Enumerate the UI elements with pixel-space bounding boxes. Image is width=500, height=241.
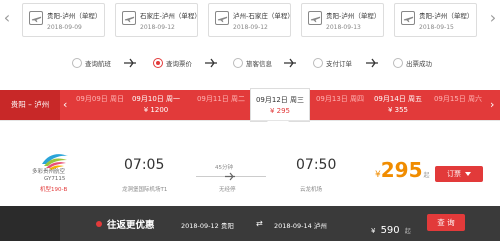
date-tab-day: 09月11日 周二 (196, 95, 246, 103)
date-tab-selected[interactable]: 09月12日 周三 ¥ 295 (250, 88, 310, 122)
history-date: 2018-09-12 (140, 24, 175, 31)
history-card[interactable]: 泸州-石家庄（单程） 2018-09-12 (208, 3, 294, 37)
step-dot (393, 58, 403, 68)
step-label: 查询票价 (166, 60, 192, 68)
step-label: 支付订单 (326, 60, 352, 68)
price-suffix: 起 (423, 172, 430, 179)
date-tab-day: 09月10日 周一 (131, 95, 181, 103)
date-tab[interactable]: 09月09日 周日 (72, 90, 128, 120)
history-route: 贵阳-泸州（单程） (419, 12, 474, 20)
outbound-info: 2018-09-12 贵阳 (181, 222, 234, 230)
step-label: 查询航班 (85, 60, 111, 68)
date-tab[interactable]: 09月11日 周二 (193, 90, 249, 120)
history-route: 贵阳-泸州（单程） (326, 12, 381, 20)
flight-duration: 45分钟 (215, 165, 233, 171)
price-amount: 295 (380, 158, 423, 182)
plane-icon (401, 11, 415, 25)
prev-arrow-icon[interactable]: ‹ (2, 8, 12, 28)
search-button[interactable]: 查 询 (427, 214, 465, 231)
date-tab[interactable]: 09月10日 周一 ¥ 1200 (128, 90, 184, 120)
date-tab-day: 09月09日 周日 (75, 95, 125, 103)
arrival-airport: 云龙机场 (300, 187, 323, 193)
return-info: 2018-09-14 泸州 (274, 222, 327, 230)
swap-arrows-icon: ⇄ (256, 219, 263, 228)
date-tab[interactable]: 09月13日 周四 (312, 90, 368, 120)
prev-day-icon[interactable]: ‹ (63, 98, 67, 111)
step-dot (72, 58, 82, 68)
date-tab-day: 09月14日 周五 (373, 95, 423, 103)
history-date: 2018-09-15 (419, 24, 454, 31)
book-button-label: 订票 (447, 170, 461, 178)
arrival-time: 07:50 (296, 157, 337, 173)
book-button[interactable]: 订票 (435, 166, 483, 182)
step-label: 出票成功 (406, 60, 432, 68)
step-label: 旅客信息 (246, 60, 272, 68)
departure-time: 07:05 (124, 157, 165, 173)
departure-airport: 龙洞堡国际机场T1 (122, 187, 168, 193)
history-date: 2018-09-12 (233, 24, 268, 31)
divider (0, 120, 500, 121)
plane-icon (122, 11, 136, 25)
price-amount: 590 (380, 225, 400, 236)
route-tag: 贵阳 – 泸州 (0, 90, 60, 120)
date-bar: 贵阳 – 泸州 ‹ 09月09日 周日 09月10日 周一 ¥ 1200 09月… (0, 88, 500, 122)
airline-name: 多彩贵州航空 (32, 169, 66, 175)
next-day-icon[interactable]: › (490, 98, 494, 111)
selected-date-pointer (267, 121, 289, 133)
history-route: 贵阳-泸州（单程） (47, 12, 102, 20)
plane-icon (215, 11, 229, 25)
history-route: 石家庄-泸州（单程） (140, 12, 201, 20)
date-tab[interactable]: 09月14日 周五 ¥ 355 (370, 90, 426, 120)
history-date: 2018-09-09 (47, 24, 82, 31)
plane-icon (205, 58, 217, 68)
history-card[interactable]: 石家庄-泸州（单程） 2018-09-12 (115, 3, 201, 37)
flight-number: GY7115 (44, 176, 66, 182)
step-dot (313, 58, 323, 68)
plane-icon (308, 11, 322, 25)
flight-price: ¥295起 (375, 158, 430, 182)
history-date: 2018-09-13 (326, 24, 361, 31)
booking-steps: 查询航班 查询票价 旅客信息 支付订单 出票成功 (0, 55, 500, 75)
round-trip-promo: 往返更优惠 (107, 220, 155, 231)
round-trip-price: ¥ 590 起 (371, 218, 411, 237)
price-suffix: 起 (404, 228, 411, 235)
plane-icon (366, 58, 378, 68)
history-card[interactable]: 贵阳-泸州（单程） 2018-09-13 (301, 3, 384, 37)
history-route: 泸州-石家庄（单程） (233, 12, 294, 20)
caret-down-icon (465, 172, 471, 176)
plane-icon (124, 58, 136, 68)
history-card[interactable]: 贵阳-泸州（单程） 2018-09-09 (22, 3, 105, 37)
date-tab-price: ¥ 355 (387, 106, 409, 114)
plane-icon (29, 11, 43, 25)
history-card[interactable]: 贵阳-泸州（单程） 2018-09-15 (394, 3, 477, 37)
next-arrow-icon[interactable]: › (488, 8, 498, 28)
round-trip-bar: 往返更优惠 2018-09-12 贵阳 ⇄ 2018-09-14 泸州 ¥ 59… (0, 206, 500, 241)
bar-edge (0, 206, 60, 241)
plane-icon (284, 58, 296, 68)
date-tab-price: ¥ 1200 (143, 106, 169, 114)
price-currency: ¥ (371, 227, 376, 235)
date-tab-day: 09月12日 周三 (255, 96, 305, 104)
stop-info: 无经停 (219, 187, 236, 193)
plane-type[interactable]: 机型190-B (40, 185, 67, 193)
plane-icon (225, 172, 235, 181)
recent-searches: ‹ 贵阳-泸州（单程） 2018-09-09 石家庄-泸州（单程） 2018-0… (0, 0, 500, 46)
step-dot (233, 58, 243, 68)
promo-dot-icon (96, 221, 102, 227)
history-cards: 贵阳-泸州（单程） 2018-09-09 石家庄-泸州（单程） 2018-09-… (22, 3, 478, 39)
date-tab[interactable]: 09月15日 周六 (430, 90, 486, 120)
date-tab-day: 09月15日 周六 (433, 95, 483, 103)
date-tab-price: ¥ 295 (269, 107, 291, 115)
step-dot (153, 58, 163, 68)
date-tab-day: 09月13日 周四 (315, 95, 365, 103)
